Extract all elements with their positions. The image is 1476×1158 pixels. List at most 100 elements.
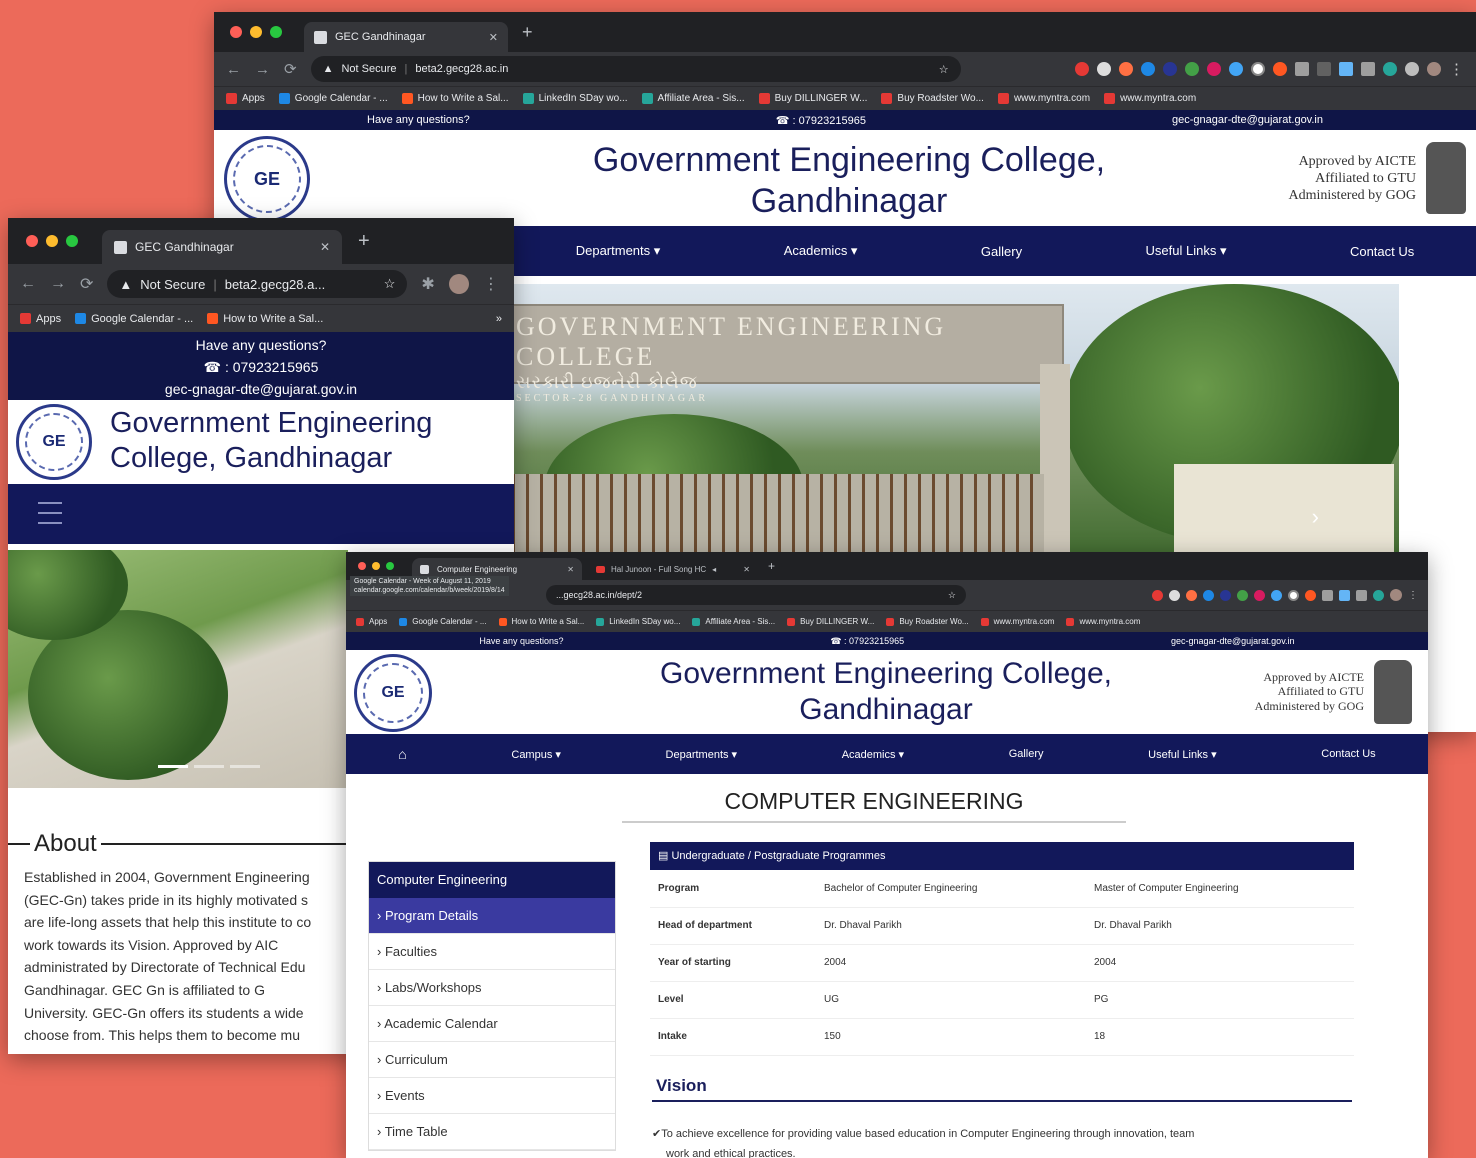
nav-useful-links[interactable]: Useful Links ▾ — [1146, 243, 1227, 259]
bookmark-item[interactable]: Google Calendar - ... — [399, 617, 487, 626]
extension-icon[interactable] — [1383, 62, 1397, 76]
extension-icon[interactable] — [1373, 589, 1384, 601]
extension-icon[interactable] — [1185, 62, 1199, 76]
bookmark-item[interactable]: www.myntra.com — [980, 617, 1054, 626]
extension-icon[interactable] — [1169, 589, 1180, 601]
menu-kebab-icon[interactable]: ⋮ — [483, 274, 499, 294]
nav-academics[interactable]: Academics ▾ — [784, 243, 858, 259]
college-logo[interactable]: GE — [354, 654, 432, 732]
maximize-window-button[interactable] — [270, 26, 282, 38]
menu-kebab-icon[interactable]: ⋮ — [1449, 60, 1464, 78]
forward-icon[interactable]: → — [255, 61, 270, 78]
close-tab-icon[interactable]: ✕ — [567, 565, 574, 574]
extension-icon[interactable] — [1097, 62, 1111, 76]
carousel-indicator[interactable] — [158, 765, 188, 768]
bookmark-star-icon[interactable]: ☆ — [939, 63, 949, 76]
bookmark-item[interactable]: Apps — [356, 617, 387, 626]
nav-departments[interactable]: Departments ▾ — [576, 243, 661, 259]
nav-departments[interactable]: Departments ▾ — [666, 748, 738, 761]
more-bookmarks-icon[interactable]: » — [496, 313, 502, 325]
nav-campus[interactable]: Campus ▾ — [511, 748, 561, 761]
maximize-window-button[interactable] — [66, 235, 78, 247]
bookmark-star-icon[interactable]: ☆ — [384, 276, 396, 292]
extension-icon[interactable] — [1288, 589, 1299, 601]
hamburger-menu-icon[interactable] — [38, 502, 62, 524]
new-tab-icon[interactable]: + — [522, 22, 533, 43]
college-logo[interactable]: GE — [16, 404, 92, 480]
reload-icon[interactable]: ⟳ — [80, 274, 93, 294]
extension-icon[interactable] — [1207, 62, 1221, 76]
bookmark-item[interactable]: Buy Roadster Wo... — [886, 617, 969, 626]
minimize-window-button[interactable] — [46, 235, 58, 247]
avatar[interactable] — [448, 274, 469, 294]
puzzle-icon[interactable]: ✱ — [421, 274, 434, 294]
carousel-indicator[interactable] — [230, 765, 260, 768]
avatar[interactable] — [1390, 589, 1402, 601]
extension-icon[interactable] — [1186, 589, 1197, 601]
extension-icon[interactable] — [1229, 62, 1243, 76]
nav-contact-us[interactable]: Contact Us — [1350, 244, 1414, 259]
extension-icon[interactable] — [1271, 589, 1282, 601]
bookmark-item[interactable]: Apps — [226, 93, 265, 104]
bookmark-item[interactable]: Google Calendar - ... — [278, 93, 388, 104]
address-bar[interactable]: ...gecg28.ac.in/dept/2 ☆ — [546, 585, 966, 605]
puzzle-icon[interactable] — [1405, 62, 1419, 76]
extension-icon[interactable] — [1163, 62, 1177, 76]
new-tab-icon[interactable]: + — [768, 559, 775, 573]
close-tab-icon[interactable]: ✕ — [743, 565, 750, 574]
phone-text[interactable]: ☎ : 07923215965 — [8, 356, 514, 378]
extension-icon[interactable] — [1361, 62, 1375, 76]
sidebar-item-events[interactable]: › Events — [369, 1078, 615, 1114]
bookmark-item[interactable]: Affiliate Area - Sis... — [692, 617, 775, 626]
carousel-next-icon[interactable]: › — [1312, 504, 1319, 530]
nav-contact-us[interactable]: Contact Us — [1321, 748, 1375, 760]
minimize-window-button[interactable] — [250, 26, 262, 38]
extension-icon[interactable] — [1322, 589, 1333, 601]
extension-icon[interactable] — [1203, 589, 1214, 601]
bookmark-star-icon[interactable]: ☆ — [948, 590, 956, 601]
bookmark-item[interactable]: LinkedIn SDay wo... — [522, 93, 628, 104]
email-link[interactable]: gec-gnagar-dte@gujarat.gov.in — [1171, 636, 1295, 646]
new-tab-icon[interactable]: + — [358, 230, 370, 253]
forward-icon[interactable]: → — [50, 275, 66, 293]
extension-icon[interactable] — [1356, 589, 1367, 601]
extension-icon[interactable] — [1141, 62, 1155, 76]
phone-text[interactable]: ☎ : 07923215965 — [776, 114, 866, 127]
back-icon[interactable]: ← — [226, 61, 241, 78]
phone-text[interactable]: ☎ : 07923215965 — [830, 636, 904, 647]
browser-tab[interactable]: GEC Gandhinagar ✕ — [102, 230, 342, 264]
bookmark-item[interactable]: LinkedIn SDay wo... — [596, 617, 680, 626]
email-link[interactable]: gec-gnagar-dte@gujarat.gov.in — [8, 378, 514, 400]
extension-icon[interactable] — [1220, 589, 1231, 601]
sidebar-item-faculties[interactable]: › Faculties — [369, 934, 615, 970]
sidebar-item-time-table[interactable]: › Time Table — [369, 1114, 615, 1150]
avatar[interactable] — [1427, 62, 1441, 76]
extension-icon[interactable] — [1251, 62, 1265, 76]
close-window-button[interactable] — [26, 235, 38, 247]
close-window-button[interactable] — [230, 26, 242, 38]
email-link[interactable]: gec-gnagar-dte@gujarat.gov.in — [1172, 114, 1323, 126]
address-bar[interactable]: ▲ Not Secure | beta2.gecg28.a... ☆ — [107, 270, 408, 298]
close-tab-icon[interactable]: ✕ — [320, 240, 330, 254]
carousel-indicator[interactable] — [194, 765, 224, 768]
bookmark-item[interactable]: Google Calendar - ... — [75, 313, 193, 325]
extension-icon[interactable] — [1295, 62, 1309, 76]
extension-icon[interactable] — [1339, 589, 1350, 601]
bookmark-item[interactable]: Apps — [20, 313, 61, 325]
bookmark-item[interactable]: How to Write a Sal... — [207, 313, 323, 325]
bookmark-item[interactable]: How to Write a Sal... — [401, 93, 509, 104]
bookmark-item[interactable]: Buy Roadster Wo... — [881, 93, 984, 104]
browser-tab[interactable]: GEC Gandhinagar ✕ — [304, 22, 508, 52]
reload-icon[interactable]: ⟳ — [284, 60, 297, 78]
bookmark-item[interactable]: Affiliate Area - Sis... — [641, 93, 745, 104]
bookmark-item[interactable]: Buy DILLINGER W... — [787, 617, 874, 626]
extension-icon[interactable] — [1254, 589, 1265, 601]
menu-kebab-icon[interactable]: ⋮ — [1408, 590, 1418, 601]
college-logo[interactable]: GE — [224, 136, 310, 222]
extension-icon[interactable] — [1339, 62, 1353, 76]
extension-icon[interactable] — [1119, 62, 1133, 76]
close-window-button[interactable] — [358, 562, 366, 570]
browser-tab[interactable]: Hal Junoon - Full Song HC ◂ ✕ — [588, 558, 758, 580]
nav-academics[interactable]: Academics ▾ — [842, 748, 904, 761]
bookmark-item[interactable]: Buy DILLINGER W... — [758, 93, 867, 104]
